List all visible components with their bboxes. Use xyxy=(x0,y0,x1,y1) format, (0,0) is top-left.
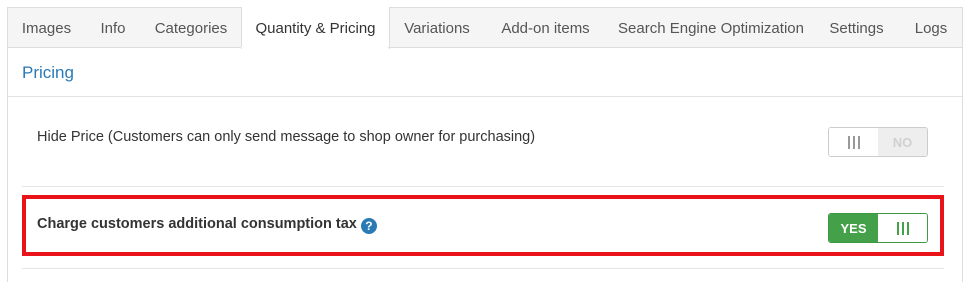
tab-seo[interactable]: Search Engine Optimization xyxy=(607,8,815,48)
tab-images[interactable]: Images xyxy=(8,8,85,48)
tab-label: Categories xyxy=(154,19,228,37)
tab-label: Info xyxy=(100,19,126,37)
tab-label: Logs xyxy=(914,19,948,37)
toggle-state-label: NO xyxy=(878,128,927,156)
tab-quantity-pricing[interactable]: Quantity & Pricing xyxy=(241,7,390,49)
section-divider xyxy=(8,96,962,97)
hide-price-label: Hide Price (Customers can only send mess… xyxy=(37,129,536,145)
tab-categories[interactable]: Categories xyxy=(141,8,241,48)
tab-label: Settings xyxy=(829,19,884,37)
grip-icon xyxy=(847,135,860,149)
tab-label: Quantity & Pricing xyxy=(255,19,376,37)
tab-logs[interactable]: Logs xyxy=(898,8,964,48)
hide-price-toggle[interactable]: NO xyxy=(828,127,928,157)
tab-variations[interactable]: Variations xyxy=(390,8,484,48)
tab-label: Search Engine Optimization xyxy=(618,19,804,37)
tab-settings[interactable]: Settings xyxy=(815,8,898,48)
tab-label: Add-on items xyxy=(501,19,590,37)
tab-label: Variations xyxy=(404,19,470,37)
tab-add-on-items[interactable]: Add-on items xyxy=(484,8,607,48)
toggle-handle xyxy=(829,128,878,156)
tab-info[interactable]: Info xyxy=(85,8,141,48)
tab-bar: Images Info Categories Quantity & Pricin… xyxy=(7,7,964,49)
row-divider xyxy=(22,268,944,269)
tab-label: Images xyxy=(21,19,72,37)
row-divider xyxy=(22,186,944,187)
highlight-annotation xyxy=(22,195,944,256)
section-title: Pricing xyxy=(22,63,74,82)
